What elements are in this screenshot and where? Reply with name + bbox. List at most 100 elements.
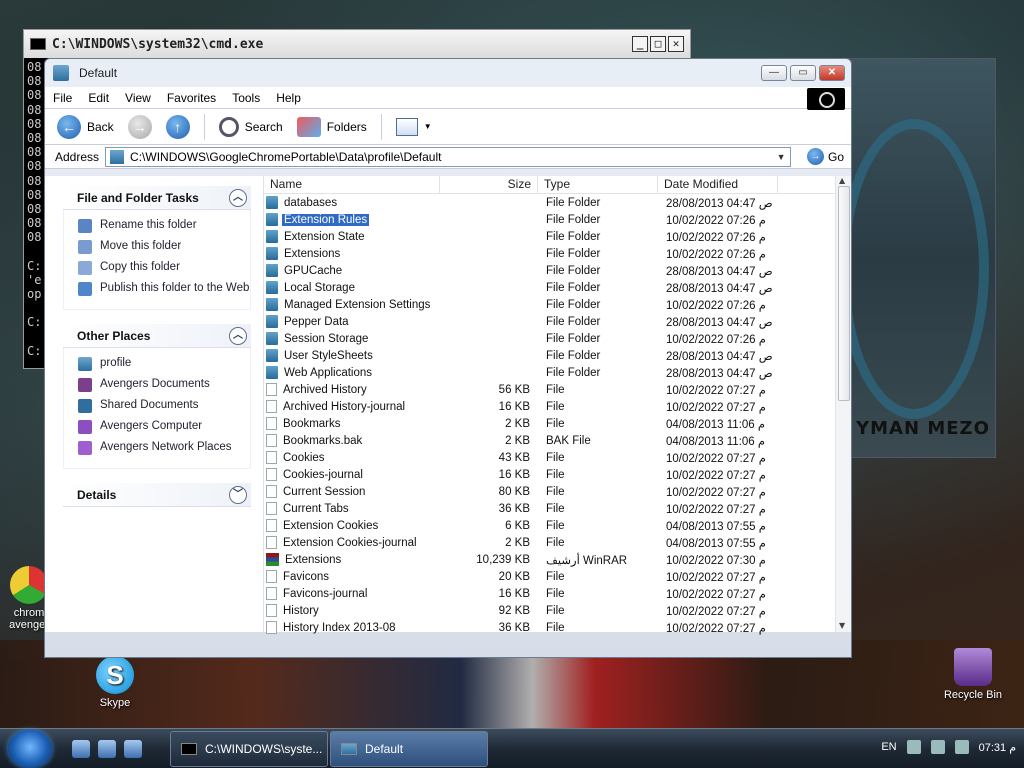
forward-button[interactable]: → bbox=[124, 113, 156, 141]
tray-icon[interactable] bbox=[930, 740, 945, 754]
folders-button[interactable]: Folders bbox=[293, 115, 371, 139]
file-row[interactable]: Local Storage File Folder 28/08/2013 04:47… bbox=[264, 279, 851, 296]
task-link[interactable]: Publish this folder to the Web bbox=[78, 282, 250, 296]
place-link[interactable]: Avengers Documents bbox=[78, 378, 250, 392]
cmd-titlebar[interactable]: C:\WINDOWS\system32\cmd.exe _ □ ✕ bbox=[24, 30, 690, 58]
chevron-down-icon[interactable]: ▼ bbox=[774, 150, 788, 164]
tray-icon[interactable] bbox=[954, 740, 969, 754]
file-row[interactable]: databases File Folder 28/08/2013 04:47 ص bbox=[264, 194, 851, 211]
panel-header[interactable]: File and Folder Tasks ︿ bbox=[63, 186, 251, 210]
file-icon bbox=[266, 604, 277, 617]
vertical-scrollbar[interactable]: ▲ ▼ bbox=[835, 176, 851, 632]
file-list-pane[interactable]: Name Size Type Date Modified databases Fi… bbox=[263, 176, 851, 635]
address-input[interactable]: C:\WINDOWS\GoogleChromePortable\Data\pro… bbox=[105, 146, 792, 167]
taskbar-explorer[interactable]: Default bbox=[330, 731, 488, 767]
menu-file[interactable]: File bbox=[53, 91, 72, 105]
column-name[interactable]: Name bbox=[264, 176, 440, 193]
file-row[interactable]: Extensions File Folder 10/02/2022 07:26 م bbox=[264, 245, 851, 262]
recycle-bin-desktop-icon[interactable]: Recycle Bin bbox=[938, 648, 1008, 701]
expand-icon[interactable]: ﹀ bbox=[229, 485, 247, 504]
collapse-icon[interactable]: ︿ bbox=[229, 326, 247, 345]
file-row[interactable]: Extension Cookies 6 KB File 04/08/2013 07:5… bbox=[264, 517, 851, 534]
column-type[interactable]: Type bbox=[538, 176, 658, 193]
file-icon bbox=[266, 485, 277, 498]
menu-help[interactable]: Help bbox=[276, 91, 301, 105]
scroll-down-icon[interactable]: ▼ bbox=[839, 621, 845, 630]
file-row[interactable]: Extensions 10,239 KB أرشيف WinRAR 10/02/202… bbox=[264, 551, 851, 568]
file-row[interactable]: Managed Extension Settings File Folder 10/… bbox=[264, 296, 851, 313]
minimize-button[interactable]: — bbox=[761, 65, 787, 81]
close-button[interactable]: ✕ bbox=[668, 36, 684, 52]
start-button[interactable] bbox=[8, 730, 52, 768]
language-indicator[interactable]: EN bbox=[881, 741, 896, 753]
task-link[interactable]: Move this folder bbox=[78, 240, 250, 254]
taskbar-cmd[interactable]: C:\WINDOWS\syste... bbox=[170, 731, 328, 767]
minimize-button[interactable]: _ bbox=[632, 36, 648, 52]
task-link[interactable]: Rename this folder bbox=[78, 219, 250, 233]
quick-launch-icon[interactable] bbox=[72, 740, 90, 758]
file-name: Web Applications bbox=[284, 366, 373, 379]
file-row[interactable]: History 92 KB File 10/02/2022 07:27 م bbox=[264, 602, 851, 619]
file-row[interactable]: Archived History-journal 16 KB File 10/02/2… bbox=[264, 398, 851, 415]
file-row[interactable]: Extension State File Folder 10/02/2022 07:… bbox=[264, 228, 851, 245]
menu-favorites[interactable]: Favorites bbox=[167, 91, 216, 105]
menu-edit[interactable]: Edit bbox=[88, 91, 109, 105]
file-row[interactable]: Cookies-journal 16 KB File 10/02/2022 07:27… bbox=[264, 466, 851, 483]
place-link[interactable]: Avengers Computer bbox=[78, 420, 250, 434]
file-row[interactable]: Favicons 20 KB File 10/02/2022 07:27 م bbox=[264, 568, 851, 585]
views-button[interactable]: ▼ bbox=[392, 116, 436, 138]
file-row[interactable]: History Index 2013-08 36 KB File 10/02/2022… bbox=[264, 619, 851, 636]
task-link[interactable]: Copy this folder bbox=[78, 261, 250, 275]
toolbar: ← Back → ↑ Search Folders ▼ bbox=[45, 109, 851, 145]
scroll-up-icon[interactable]: ▲ bbox=[839, 176, 845, 185]
panel-header[interactable]: Other Places ︿ bbox=[63, 324, 251, 348]
file-row[interactable]: Bookmarks.bak 2 KB BAK File 04/08/2013 11:0… bbox=[264, 432, 851, 449]
file-row[interactable]: Cookies 43 KB File 10/02/2022 07:27 م bbox=[264, 449, 851, 466]
go-button[interactable]: → Go bbox=[807, 148, 844, 165]
collapse-icon[interactable]: ︿ bbox=[229, 188, 247, 207]
column-date-modified[interactable]: Date Modified bbox=[658, 176, 778, 193]
file-name: Local Storage bbox=[284, 281, 355, 294]
quick-launch-icon[interactable] bbox=[124, 740, 142, 758]
tray-icon[interactable] bbox=[906, 740, 921, 754]
quick-launch-icon[interactable] bbox=[98, 740, 116, 758]
file-name: Extensions bbox=[284, 247, 341, 260]
file-size: 6 KB bbox=[505, 519, 530, 532]
file-row[interactable]: Current Session 80 KB File 10/02/2022 07:27… bbox=[264, 483, 851, 500]
place-icon bbox=[78, 420, 92, 434]
file-row[interactable]: User StyleSheets File Folder 28/08/2013 04… bbox=[264, 347, 851, 364]
file-row[interactable]: Web Applications File Folder 28/08/2013 04… bbox=[264, 364, 851, 381]
menu-view[interactable]: View bbox=[125, 91, 151, 105]
maximize-button[interactable]: □ bbox=[650, 36, 666, 52]
place-link[interactable]: profile bbox=[78, 357, 250, 371]
file-row[interactable]: Favicons-journal 16 KB File 10/02/2022 07:2… bbox=[264, 585, 851, 602]
search-button[interactable]: Search bbox=[215, 115, 287, 139]
file-row[interactable]: Session Storage File Folder 10/02/2022 07:… bbox=[264, 330, 851, 347]
up-button[interactable]: ↑ bbox=[162, 113, 194, 141]
place-link[interactable]: Avengers Network Places bbox=[78, 441, 250, 455]
file-row[interactable]: Pepper Data File Folder 28/08/2013 04:47 ص bbox=[264, 313, 851, 330]
scrollbar-thumb[interactable] bbox=[838, 186, 850, 401]
file-row[interactable]: Archived History 56 KB File 10/02/2022 07:2… bbox=[264, 381, 851, 398]
skype-desktop-icon[interactable]: S Skype bbox=[80, 656, 150, 709]
explorer-window[interactable]: Default — ▭ ✕ File Edit View Favorites Tools… bbox=[44, 58, 852, 658]
file-type: File bbox=[546, 502, 565, 515]
file-name-cell: Bookmarks bbox=[264, 417, 440, 430]
menu-tools[interactable]: Tools bbox=[232, 91, 260, 105]
file-row[interactable]: Extension Rules File Folder 10/02/2022 07:… bbox=[264, 211, 851, 228]
file-type: File bbox=[546, 587, 565, 600]
file-date: 10/02/2022 07:26 م bbox=[666, 231, 766, 244]
column-size[interactable]: Size bbox=[440, 176, 538, 193]
file-row[interactable]: Bookmarks 2 KB File 04/08/2013 11:06 م bbox=[264, 415, 851, 432]
clock[interactable]: 07:31 م bbox=[979, 741, 1016, 754]
panel-header[interactable]: Details ﹀ bbox=[63, 483, 251, 507]
file-row[interactable]: Current Tabs 36 KB File 10/02/2022 07:27 م bbox=[264, 500, 851, 517]
explorer-titlebar[interactable]: Default — ▭ ✕ bbox=[45, 59, 851, 87]
place-icon bbox=[78, 441, 92, 455]
file-row[interactable]: Extension Cookies-journal 2 KB File 04/08/2… bbox=[264, 534, 851, 551]
place-link[interactable]: Shared Documents bbox=[78, 399, 250, 413]
close-button[interactable]: ✕ bbox=[819, 65, 845, 81]
file-row[interactable]: GPUCache File Folder 28/08/2013 04:47 ص bbox=[264, 262, 851, 279]
maximize-button[interactable]: ▭ bbox=[790, 65, 816, 81]
back-button[interactable]: ← Back bbox=[53, 113, 118, 141]
